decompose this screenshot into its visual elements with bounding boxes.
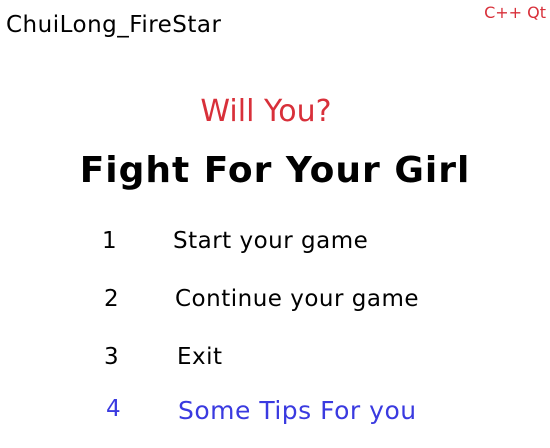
menu-item-number: 1	[102, 228, 118, 254]
menu-item-number: 2	[104, 286, 120, 312]
menu-item-label: Start your game	[173, 228, 369, 254]
menu-item-continue[interactable]: 2 Continue your game	[0, 286, 550, 320]
menu-item-number: 4	[106, 396, 122, 422]
menu-item-label: Some Tips For you	[178, 396, 417, 425]
menu-item-number: 3	[104, 344, 120, 370]
menu-item-exit[interactable]: 3 Exit	[0, 344, 550, 378]
menu-item-tips[interactable]: 4 Some Tips For you	[0, 396, 550, 430]
menu-item-label: Continue your game	[175, 286, 420, 312]
game-title: Fight For Your Girl	[79, 150, 471, 191]
menu-item-label: Exit	[177, 344, 223, 370]
tech-label: C++ Qt	[484, 3, 546, 22]
game-subtitle: Will You?	[200, 94, 332, 129]
author-label: ChuiLong_FireStar	[6, 12, 222, 38]
menu-item-start[interactable]: 1 Start your game	[0, 228, 550, 262]
